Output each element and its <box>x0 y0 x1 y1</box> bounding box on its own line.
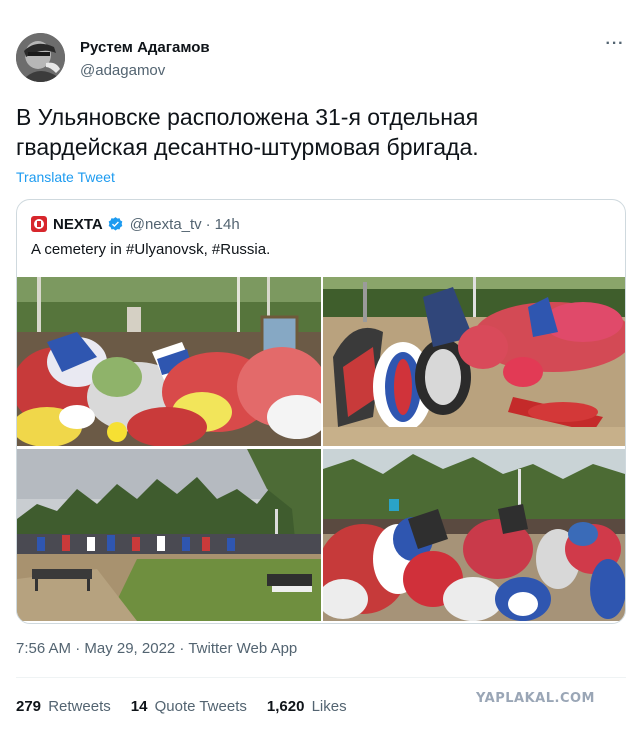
photo-grid <box>17 277 625 621</box>
cemetery-photo-4[interactable] <box>323 449 625 621</box>
retweets-stat[interactable]: 279 Retweets <box>16 698 111 715</box>
author-avatar[interactable] <box>16 33 65 82</box>
watermark: YAPLAKAL.COM <box>476 691 595 706</box>
photo-image <box>323 449 625 621</box>
photo-image <box>323 277 625 446</box>
quoted-author-handle: @nexta_tv <box>129 215 202 233</box>
tweet-header: Рустем Адагамов @adagamov ··· <box>16 33 626 87</box>
tweet-stats: 279 Retweets 14 Quote Tweets 1,620 Likes <box>16 698 367 715</box>
cemetery-photo-1[interactable] <box>17 277 321 446</box>
author-name[interactable]: Рустем Адагамов <box>80 39 210 56</box>
quote-tweets-count: 14 <box>130 698 148 715</box>
likes-stat[interactable]: 1,620 Likes <box>267 698 347 715</box>
quoted-separator: · <box>205 215 211 233</box>
likes-count: 1,620 <box>266 698 305 715</box>
quoted-tweet-text: A cemetery in #Ulyanovsk, #Russia. <box>31 241 271 258</box>
cemetery-photo-3[interactable] <box>17 449 321 621</box>
retweets-label: Retweets <box>48 698 111 715</box>
quote-tweets-stat[interactable]: 14 Quote Tweets <box>131 698 247 715</box>
quoted-timestamp: 14h <box>214 215 240 233</box>
author-handle[interactable]: @adagamov <box>80 62 165 79</box>
likes-label: Likes <box>311 698 347 715</box>
avatar-photo <box>16 33 65 82</box>
divider <box>16 677 626 678</box>
cemetery-photo-2[interactable] <box>323 277 625 446</box>
flag-row <box>37 535 235 551</box>
quoted-tweet-header: NEXTA @nexta_tv · 14h <box>31 214 240 234</box>
verified-badge-icon <box>108 216 123 231</box>
tweet-text: В Ульяновске расположена 31-я отдельная … <box>16 104 479 160</box>
translate-tweet-link[interactable]: Translate Tweet <box>16 169 115 185</box>
tweet-timestamp[interactable]: 7:56 AM · May 29, 2022 · Twitter Web App <box>16 640 297 657</box>
quoted-tweet[interactable]: NEXTA @nexta_tv · 14h A cemetery in #Uly… <box>16 199 626 624</box>
photo-image <box>17 277 321 446</box>
quoted-author-name: NEXTA <box>53 215 103 233</box>
more-options-icon[interactable]: ··· <box>604 36 626 53</box>
photo-image <box>17 449 321 621</box>
nexta-logo-icon <box>31 216 47 232</box>
quote-tweets-label: Quote Tweets <box>154 698 247 715</box>
retweets-count: 279 <box>16 698 42 715</box>
